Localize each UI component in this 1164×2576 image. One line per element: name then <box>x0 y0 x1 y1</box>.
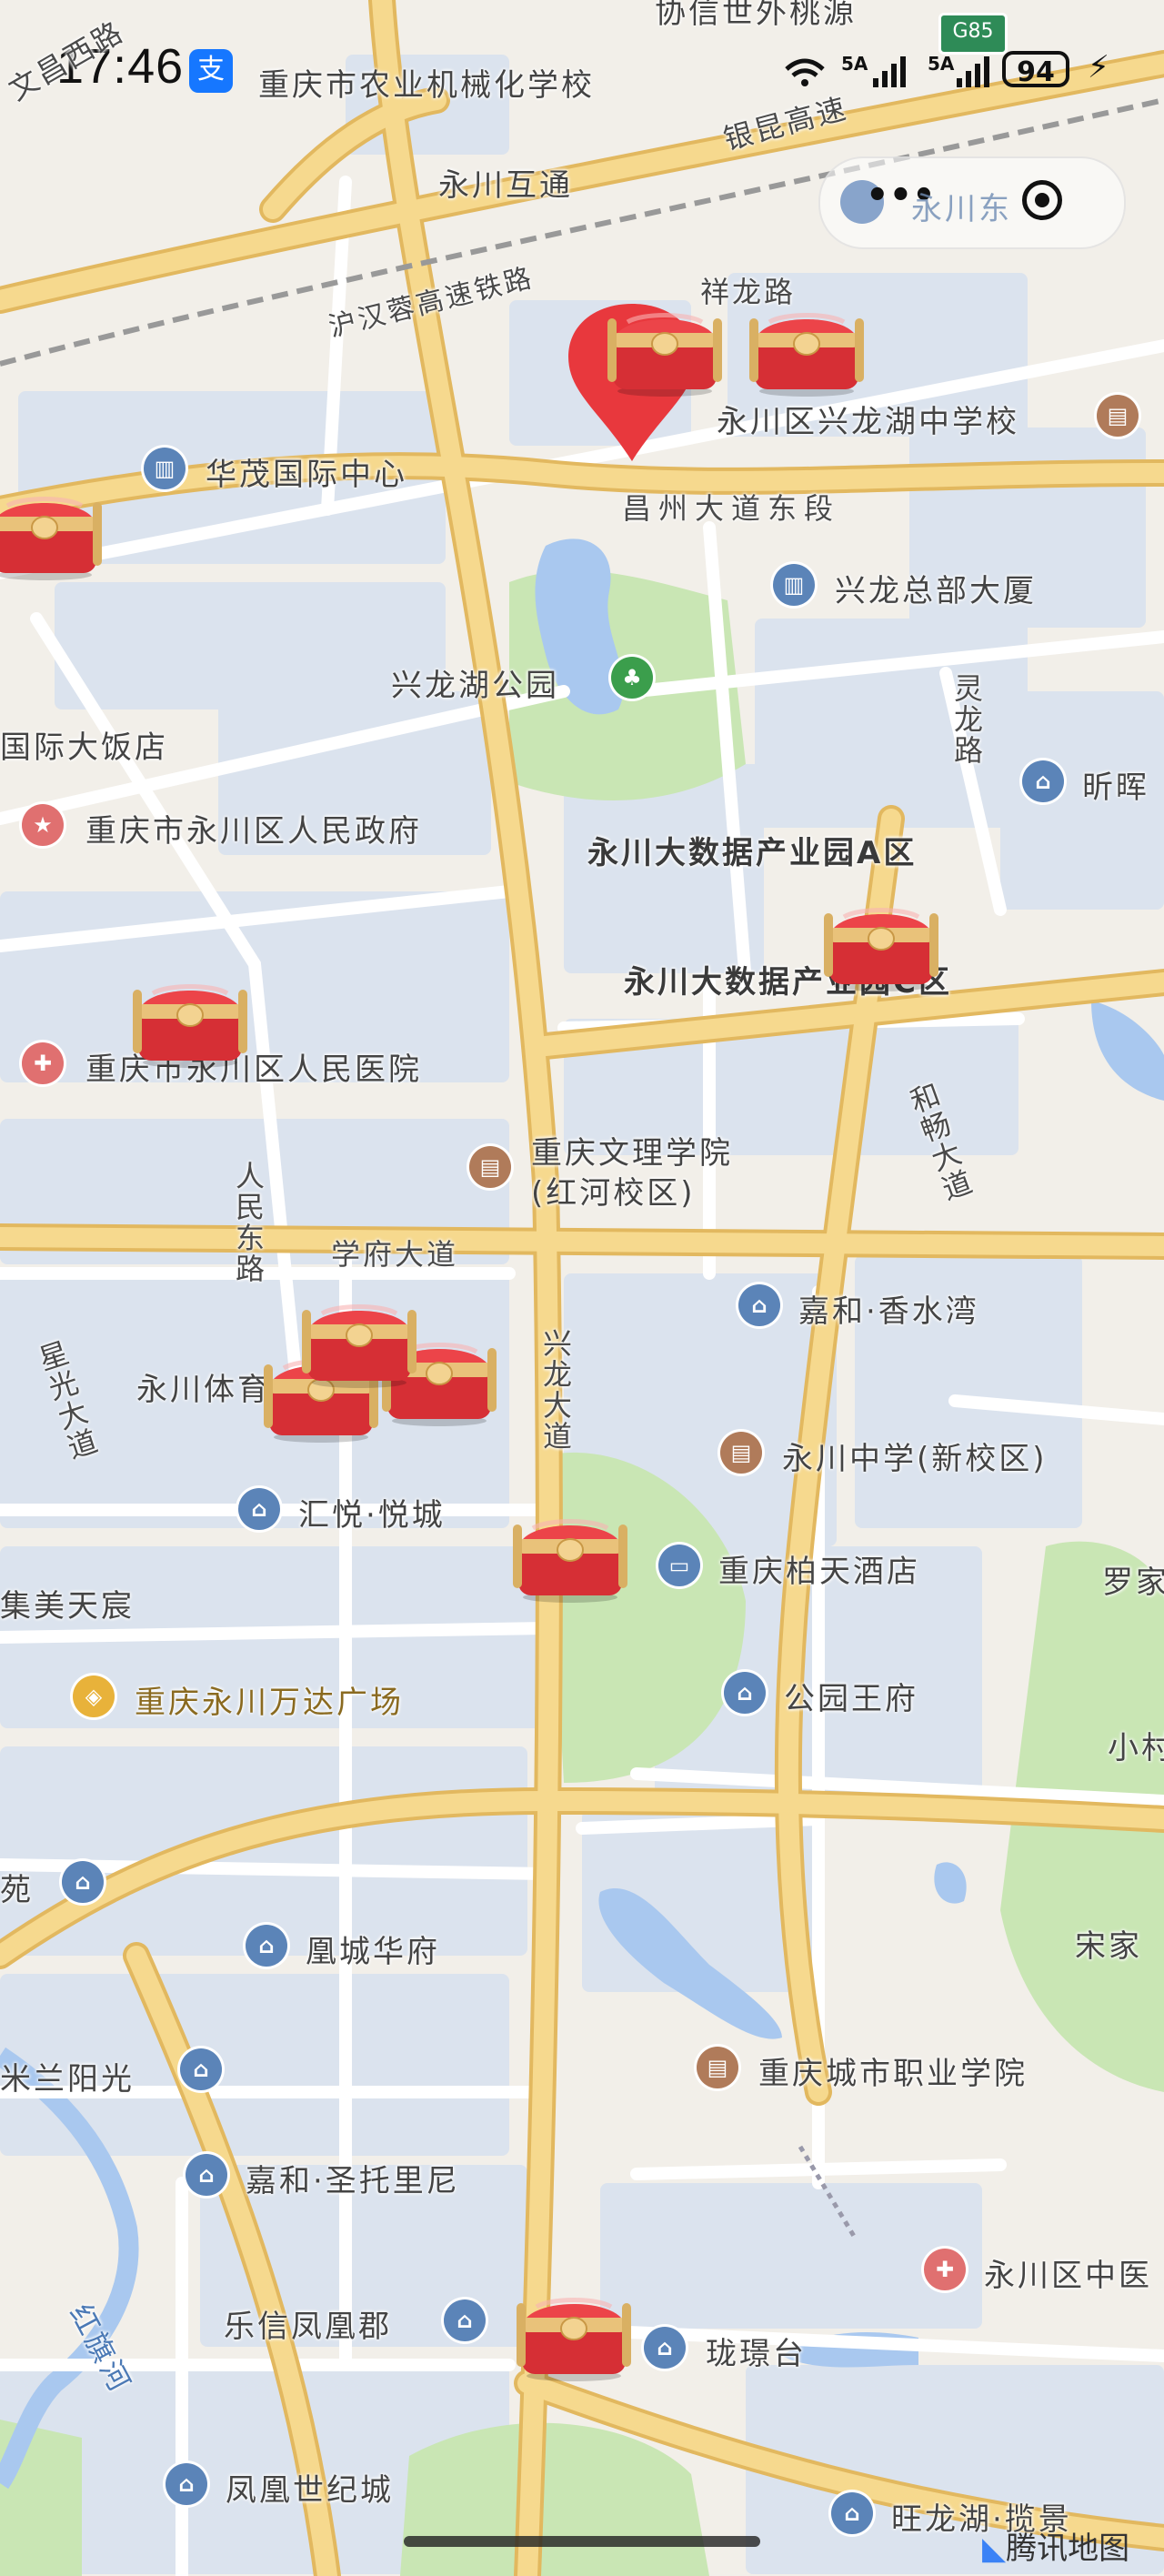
close-dot-icon <box>1035 193 1049 207</box>
label-linglong-road: 灵龙路 <box>949 673 984 766</box>
home-indicator[interactable] <box>404 2536 760 2547</box>
label-agri-school: 重庆市农业机械化学校 <box>258 67 595 104</box>
residence-icon: ⌂ <box>186 2154 227 2196</box>
network-label-2: 5A <box>928 53 955 75</box>
college-icon: ▤ <box>469 1146 511 1188</box>
label-bigdata-a: 永川大数据产业园A区 <box>587 835 918 871</box>
government-star-icon: ★ <box>22 804 64 846</box>
mini-program-capsule: ••• 永川东 <box>818 156 1126 249</box>
hospital-icon: ✚ <box>22 1042 64 1084</box>
network-label: 5A <box>841 53 868 75</box>
label-xuefu-avenue: 学府大道 <box>331 1237 459 1272</box>
label-xinhui: 昕晖 <box>1082 770 1149 806</box>
building-icon: ▥ <box>773 564 815 606</box>
label-wenli-2: (红河校区) <box>531 1175 696 1212</box>
label-changzhou-avenue: 昌州大道东段 <box>622 491 841 526</box>
map-logo-icon: ◣ <box>982 2531 1007 2567</box>
label-lexin: 乐信凤凰郡 <box>224 2309 392 2345</box>
residence-icon: ⌂ <box>831 2492 873 2534</box>
label-huamao: 华茂国际中心 <box>206 457 407 493</box>
residence-icon: ⌂ <box>238 1488 280 1530</box>
residence-icon: ⌂ <box>166 2463 207 2505</box>
label-xinglong-avenue: 兴龙大道 <box>538 1328 573 1452</box>
residence-icon: ⌂ <box>724 1672 766 1714</box>
charging-icon: ⚡ <box>1088 49 1109 86</box>
signal-icon-2 <box>955 53 995 95</box>
label-luojia: 罗家 <box>1102 1565 1164 1601</box>
label-wanda: 重庆永川万达广场 <box>135 1685 404 1721</box>
treasure-chest-icon[interactable] <box>748 297 866 397</box>
label-yongchuan-sports: 永川体育 <box>136 1372 271 1408</box>
label-xinglong-hq: 兴龙总部大厦 <box>835 573 1037 609</box>
shopping-bag-icon: ◈ <box>73 1675 115 1717</box>
label-milan: 米兰阳光 <box>0 2061 135 2098</box>
label-songjia: 宋家 <box>1075 1928 1142 1965</box>
label-park-wangfu: 公园王府 <box>784 1681 918 1717</box>
map-logo-text: 腾讯地图 <box>1006 2531 1130 2567</box>
treasure-chest-icon[interactable] <box>300 1288 418 1388</box>
hospital-icon: ✚ <box>924 2249 966 2290</box>
label-yuan: 苑 <box>0 1872 34 1908</box>
label-hospital2: 永川区中医 <box>984 2258 1152 2294</box>
label-renmin-east: 人民东路 <box>231 1161 266 1284</box>
tree-icon: ♣ <box>611 657 653 699</box>
label-yongchuan-hutong: 永川互通 <box>438 167 573 204</box>
residence-icon: ⌂ <box>180 2048 222 2090</box>
treasure-chest-icon[interactable] <box>131 968 249 1068</box>
label-fenghuang-century: 凤凰世纪城 <box>226 2472 394 2509</box>
label-bairtian-hotel: 重庆柏天酒店 <box>718 1554 920 1590</box>
school-icon: ▤ <box>697 2047 738 2088</box>
residence-icon: ⌂ <box>62 1861 104 1903</box>
residence-icon: ⌂ <box>246 1925 287 1967</box>
residence-icon: ⌂ <box>444 2299 486 2341</box>
school-icon: ▤ <box>720 1432 762 1474</box>
building-icon: ▥ <box>144 448 186 489</box>
residence-icon: ⌂ <box>644 2327 686 2369</box>
label-vocational: 重庆城市职业学院 <box>758 2056 1028 2092</box>
label-xinglonghu-park: 兴龙湖公园 <box>391 668 559 704</box>
label-jiahe-santorini: 嘉和·圣托里尼 <box>246 2163 460 2199</box>
residence-icon: ⌂ <box>738 1284 780 1326</box>
map-logo: ◣腾讯地图 <box>982 2523 1129 2568</box>
label-xiexin: 协信世外桃源 <box>655 0 857 31</box>
close-button[interactable] <box>1022 180 1062 220</box>
partial-location-text: 永川东 <box>911 191 1012 227</box>
treasure-chest-icon[interactable] <box>822 891 940 991</box>
battery-indicator: 94 <box>1002 51 1069 88</box>
label-huangcheng: 凰城华府 <box>306 1934 440 1970</box>
label-gov: 重庆市永川区人民政府 <box>85 813 422 850</box>
label-wenli-1: 重庆文理学院 <box>531 1135 733 1172</box>
label-xiaocun: 小村 <box>1108 1730 1164 1766</box>
alipay-icon: 支 <box>189 49 233 93</box>
residence-icon: ⌂ <box>1022 760 1064 802</box>
label-huiyue: 汇悦·悦城 <box>298 1497 446 1534</box>
hotel-bed-icon: ▭ <box>658 1545 700 1586</box>
wifi-icon <box>782 53 828 95</box>
label-jiahe-xiangshuiwan: 嘉和·香水湾 <box>798 1293 979 1330</box>
school-icon: ▤ <box>1097 395 1139 437</box>
label-jimei: 集美天宸 <box>0 1588 135 1625</box>
label-xinglonghu-middle: 永川区兴龙湖中学校 <box>717 404 1019 440</box>
treasure-chest-icon[interactable] <box>0 480 104 580</box>
label-intl-hotel: 国际大饭店 <box>0 730 168 766</box>
label-yongchuan-middle: 永川中学(新校区) <box>782 1441 1048 1477</box>
signal-icon <box>871 53 911 95</box>
label-longjingtai: 珑璟台 <box>706 2336 807 2372</box>
treasure-chest-icon[interactable] <box>606 297 724 397</box>
treasure-chest-icon[interactable] <box>515 2281 633 2381</box>
treasure-chest-icon[interactable] <box>511 1503 629 1603</box>
